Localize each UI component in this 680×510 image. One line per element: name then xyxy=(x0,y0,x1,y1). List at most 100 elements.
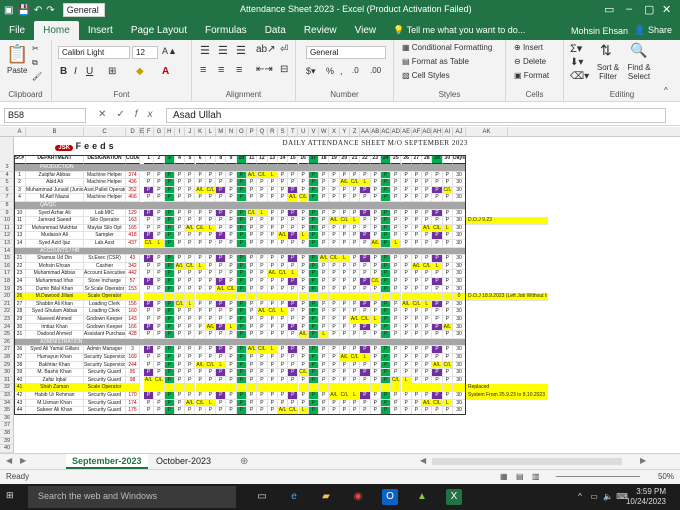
column-header[interactable]: Y xyxy=(340,127,350,137)
excel-taskbar-icon[interactable]: X xyxy=(446,489,462,505)
number-format-select[interactable]: General xyxy=(306,46,386,59)
comma-icon[interactable]: , xyxy=(340,66,343,76)
borders-icon[interactable]: ⊞ xyxy=(108,66,116,77)
sort-filter-icon[interactable]: ⇅ xyxy=(600,42,612,59)
align-center-icon[interactable]: ≡ xyxy=(218,64,224,76)
row-header[interactable]: 37 xyxy=(0,422,14,430)
column-header[interactable]: K xyxy=(196,127,206,137)
row-header[interactable]: 26 xyxy=(0,339,14,347)
row-header[interactable]: 30 xyxy=(0,369,14,377)
row-header[interactable]: 38 xyxy=(0,430,14,438)
new-sheet-icon[interactable]: ⊕ xyxy=(240,456,248,467)
hscroll-left-icon[interactable]: ◀ xyxy=(420,456,426,465)
minimize-icon[interactable]: – xyxy=(626,3,632,15)
clear-icon[interactable]: ⌫▾ xyxy=(570,71,589,82)
row-header[interactable]: 14 xyxy=(0,248,14,256)
cell-note[interactable]: D.O.J 18.9.2023 (Left Job Without Inform… xyxy=(466,293,548,301)
row-header[interactable]: 27 xyxy=(0,346,14,354)
row-header[interactable]: 12 xyxy=(0,232,14,240)
column-header[interactable]: O xyxy=(237,127,247,137)
outlook-icon[interactable]: O xyxy=(382,489,398,505)
align-middle-icon[interactable]: ☰ xyxy=(218,44,228,57)
row-header[interactable]: 36 xyxy=(0,415,14,423)
orientation-icon[interactable]: ab↗ xyxy=(256,44,276,55)
edge-icon[interactable]: e xyxy=(286,489,302,505)
row-header[interactable]: 8 xyxy=(0,202,14,210)
undo-icon[interactable]: ↶ xyxy=(34,5,42,16)
copy-icon[interactable]: ⧉ xyxy=(32,58,38,68)
row-header[interactable]: 40 xyxy=(0,445,14,453)
cell-note[interactable]: D.O.J 9.23 xyxy=(466,217,548,225)
taskbar-clock[interactable]: 3:59 PM 10/24/2023 xyxy=(626,487,666,507)
worksheet-grid[interactable]: A B C D E F G H I J K L M N O P Q R S T U V W X Y Z AA AB AC AD AE AF AG… xyxy=(0,127,680,453)
row-header[interactable]: 3 xyxy=(0,164,14,172)
column-header[interactable]: F xyxy=(144,127,155,137)
tell-me-box[interactable]: 💡 Tell me what you want to do... xyxy=(393,25,525,40)
align-right-icon[interactable]: ≡ xyxy=(236,64,242,76)
tab-home[interactable]: Home xyxy=(34,21,79,40)
row-header[interactable]: 16 xyxy=(0,263,14,271)
ribbon-options-icon[interactable]: ▭ xyxy=(604,3,614,16)
column-header[interactable]: I xyxy=(175,127,186,137)
chrome-icon[interactable]: ◉ xyxy=(350,489,366,505)
share-button[interactable]: 👤 Share xyxy=(634,25,672,36)
column-header[interactable]: B xyxy=(26,127,84,137)
cell-note[interactable]: Replaced xyxy=(466,384,548,392)
column-header[interactable]: C xyxy=(84,127,126,137)
column-header[interactable]: AF xyxy=(412,127,423,137)
photos-icon[interactable]: ▲ xyxy=(414,489,430,505)
row-header[interactable]: 35 xyxy=(0,407,14,415)
column-header[interactable]: AA xyxy=(360,127,371,137)
page-break-view-icon[interactable]: ▥ xyxy=(532,472,540,481)
format-cells-button[interactable]: ▣ Format xyxy=(514,71,549,80)
column-header[interactable]: R xyxy=(268,127,278,137)
enter-icon[interactable]: ✓ xyxy=(116,109,134,120)
row-header[interactable]: 28 xyxy=(0,354,14,362)
sheet-tab-september[interactable]: September-2023 xyxy=(66,454,148,469)
decrease-decimal-icon[interactable]: .00 xyxy=(370,66,381,75)
sort-filter-button[interactable]: Sort & Filter xyxy=(594,63,622,81)
row-header[interactable]: 25 xyxy=(0,331,14,339)
save-icon[interactable]: 💾 xyxy=(17,5,29,16)
column-header[interactable]: U xyxy=(299,127,309,137)
tab-insert[interactable]: Insert xyxy=(79,25,122,40)
row-header[interactable]: 17 xyxy=(0,270,14,278)
zoom-level[interactable]: 50% xyxy=(658,472,674,481)
align-bottom-icon[interactable]: ☰ xyxy=(236,44,246,57)
column-header[interactable]: M xyxy=(216,127,227,137)
paste-button[interactable]: Paste xyxy=(7,66,27,75)
row-header[interactable]: 11 xyxy=(0,225,14,233)
column-header[interactable]: D xyxy=(126,127,140,137)
qat-format-combo[interactable]: General xyxy=(62,3,105,17)
column-header[interactable]: AJ xyxy=(453,127,466,137)
font-name-select[interactable]: Calibri Light xyxy=(58,46,130,59)
percent-icon[interactable]: % xyxy=(326,66,334,76)
underline-icon[interactable]: U xyxy=(86,66,93,77)
column-header[interactable]: X xyxy=(329,127,340,137)
merge-icon[interactable]: ⊟ xyxy=(280,64,288,75)
fill-icon[interactable]: ⬇▾ xyxy=(570,57,583,68)
row-header[interactable]: 13 xyxy=(0,240,14,248)
font-color-icon[interactable]: A xyxy=(162,66,169,77)
page-layout-view-icon[interactable]: ▤ xyxy=(516,472,524,481)
column-header[interactable]: P xyxy=(247,127,258,137)
hscroll-right-icon[interactable]: ▶ xyxy=(640,456,646,465)
formula-input[interactable]: Asad Ullah xyxy=(166,108,666,123)
row-header[interactable]: 15 xyxy=(0,255,14,263)
row-header[interactable]: 33 xyxy=(0,392,14,400)
column-header[interactable]: AD xyxy=(391,127,402,137)
tab-page-layout[interactable]: Page Layout xyxy=(122,25,196,40)
task-view-icon[interactable]: ▭ xyxy=(254,489,270,505)
next-sheet-icon[interactable]: ▶ xyxy=(20,456,26,465)
column-header[interactable]: AC xyxy=(381,127,392,137)
row-header[interactable]: 5 xyxy=(0,179,14,187)
column-header[interactable]: AK xyxy=(466,127,508,137)
row-header[interactable]: 39 xyxy=(0,438,14,446)
column-header[interactable]: AI xyxy=(443,127,453,137)
close-icon[interactable]: ✕ xyxy=(662,3,671,16)
column-header[interactable]: V xyxy=(309,127,320,137)
zoom-slider[interactable] xyxy=(556,476,640,477)
tab-formulas[interactable]: Formulas xyxy=(196,25,256,40)
row-header[interactable]: 20 xyxy=(0,293,14,301)
horizontal-scrollbar[interactable] xyxy=(432,458,622,465)
